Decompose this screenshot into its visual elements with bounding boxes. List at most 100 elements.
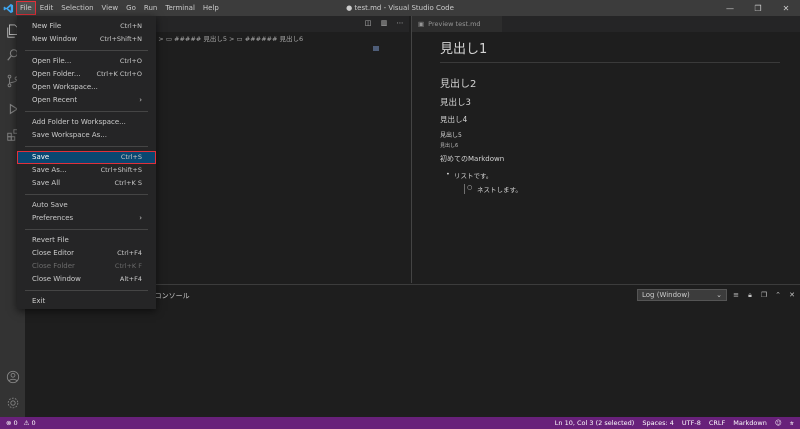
editor-actions: ◫ ▥ ⋯: [363, 18, 405, 28]
menu-item-save-all[interactable]: Save All Ctrl+K S: [17, 177, 156, 190]
chevron-down-icon: ⌄: [716, 291, 722, 299]
cursor-position[interactable]: Ln 10, Col 3 (2 selected): [555, 419, 635, 427]
menu-item-shortcut: Alt+F4: [119, 275, 142, 283]
menu-item-save[interactable]: Save Ctrl+S: [17, 151, 156, 164]
status-right: Ln 10, Col 3 (2 selected) Spaces: 4 UTF-…: [555, 417, 794, 429]
menu-item-add-folder-to-workspace[interactable]: Add Folder to Workspace...: [17, 116, 156, 129]
open-log-icon[interactable]: ❐: [759, 289, 769, 301]
menu-item-new-window[interactable]: New Window Ctrl+Shift+N: [17, 33, 156, 46]
output-channel-select[interactable]: Log (Window) ⌄: [637, 289, 727, 301]
close-icon[interactable]: ✕: [772, 0, 800, 16]
chevron-right-icon: ›: [139, 214, 142, 222]
menu-item-label: Open Folder...: [32, 70, 81, 78]
markdown-preview: 見出し1 見出し2 見出し3 見出し4 見出し5 見出し6 初めてのMarkdo…: [440, 42, 780, 194]
lock-icon[interactable]: 🔒︎: [745, 289, 755, 301]
list-item: リストです。: [446, 170, 780, 180]
menu-selection[interactable]: Selection: [57, 1, 97, 15]
menu-item-preferences[interactable]: Preferences ›: [17, 212, 156, 225]
menu-item-label: New File: [32, 22, 62, 30]
menu-item-close-folder[interactable]: Close Folder Ctrl+K F: [17, 260, 156, 273]
open-preview-icon[interactable]: ◫: [363, 18, 373, 28]
menu-item-close-window[interactable]: Close Window Alt+F4: [17, 273, 156, 286]
menu-item-label: Add Folder to Workspace...: [32, 118, 126, 126]
menu-separator: [25, 290, 148, 291]
menu-item-new-file[interactable]: New File Ctrl+N: [17, 20, 156, 33]
menu-item-label: Close Window: [32, 275, 81, 283]
menu-item-open-workspace[interactable]: Open Workspace...: [17, 81, 156, 94]
menu-go[interactable]: Go: [122, 1, 140, 15]
errors-count[interactable]: ⊗ 0: [6, 419, 18, 427]
window-controls: — ❐ ✕: [716, 0, 800, 16]
menu-separator: [25, 194, 148, 195]
menu-separator: [25, 111, 148, 112]
file-menu-dropdown: New File Ctrl+N New Window Ctrl+Shift+N Open…: [17, 16, 156, 309]
menu-separator: [25, 146, 148, 147]
chevron-right-icon: ›: [139, 96, 142, 104]
status-bar: ⊗ 0 ⚠ 0 Ln 10, Col 3 (2 selected) Spaces…: [0, 417, 800, 429]
menu-item-label: Auto Save: [32, 201, 68, 209]
menu-item-label: Save Workspace As...: [32, 131, 108, 139]
menu-separator: [25, 50, 148, 51]
menu-item-label: Open File...: [32, 57, 72, 65]
encoding[interactable]: UTF-8: [682, 419, 701, 427]
clear-output-icon[interactable]: ≡: [731, 289, 741, 301]
editor-preview: ▣ Preview test.md 見出し1 見出し2 見出し3 見出し4 見出…: [411, 16, 800, 283]
indentation[interactable]: Spaces: 4: [642, 419, 674, 427]
menu-item-close-editor[interactable]: Close Editor Ctrl+F4: [17, 247, 156, 260]
menu-item-open-recent[interactable]: Open Recent ›: [17, 94, 156, 107]
end-of-line[interactable]: CRLF: [709, 419, 725, 427]
menu-item-label: Save As...: [32, 166, 67, 174]
maximize-panel-icon[interactable]: ⌃: [773, 289, 783, 301]
menu-item-label: New Window: [32, 35, 78, 43]
settings-gear-icon[interactable]: [0, 392, 25, 414]
title-bar: File Edit Selection View Go Run Terminal…: [0, 0, 800, 16]
menu-item-save-as[interactable]: Save As... Ctrl+Shift+S: [17, 164, 156, 177]
menu-item-open-file[interactable]: Open File... Ctrl+O: [17, 55, 156, 68]
preview-h3: 見出し3: [440, 98, 471, 108]
preview-h6: 見出し6: [440, 143, 459, 149]
minimap[interactable]: [373, 46, 379, 51]
menu-item-shortcut: Ctrl+K Ctrl+O: [96, 70, 142, 78]
menu-item-label: Open Recent: [32, 96, 78, 104]
minimize-icon[interactable]: —: [716, 0, 744, 16]
menu-item-exit[interactable]: Exit: [17, 295, 156, 308]
more-actions-icon[interactable]: ⋯: [395, 18, 405, 28]
menu-edit[interactable]: Edit: [36, 1, 58, 15]
status-left: ⊗ 0 ⚠ 0: [0, 419, 36, 427]
preview-icon: ▣: [418, 20, 425, 28]
nested-list-item: ネストします。: [464, 184, 780, 194]
menu-file[interactable]: File: [16, 1, 36, 15]
menu-item-auto-save[interactable]: Auto Save: [17, 199, 156, 212]
menu-item-label: Close Editor: [32, 249, 75, 257]
output-channel-value: Log (Window): [642, 291, 690, 299]
menu-item-shortcut: Ctrl+Shift+S: [100, 166, 142, 174]
account-icon[interactable]: [0, 366, 25, 388]
menu-view[interactable]: View: [98, 1, 123, 15]
menu-help[interactable]: Help: [199, 1, 223, 15]
preview-tab-bar: ▣ Preview test.md: [412, 16, 800, 32]
menu-item-label: Open Workspace...: [32, 83, 98, 91]
preview-h2: 見出し2: [440, 79, 477, 90]
split-editor-icon[interactable]: ▥: [379, 18, 389, 28]
menu-item-shortcut: Ctrl+K S: [114, 179, 142, 187]
close-panel-icon[interactable]: ✕: [787, 289, 797, 301]
feedback-icon[interactable]: ☺: [775, 419, 782, 427]
panel-actions: ≡ 🔒︎ ❐ ⌃ ✕: [731, 289, 797, 301]
menu-item-shortcut: Ctrl+O: [119, 57, 142, 65]
menu-item-save-workspace-as[interactable]: Save Workspace As...: [17, 129, 156, 142]
restore-icon[interactable]: ❐: [744, 0, 772, 16]
menu-separator: [25, 229, 148, 230]
language-mode[interactable]: Markdown: [733, 419, 767, 427]
menu-terminal[interactable]: Terminal: [161, 1, 199, 15]
warnings-count[interactable]: ⚠ 0: [24, 419, 36, 427]
menu-item-open-folder[interactable]: Open Folder... Ctrl+K Ctrl+O: [17, 68, 156, 81]
menu-item-shortcut: Ctrl+S: [120, 153, 142, 161]
menu-item-label: Exit: [32, 297, 46, 305]
menu-item-shortcut: Ctrl+Shift+N: [99, 35, 142, 43]
menu-item-label: Preferences: [32, 214, 74, 222]
menu-item-revert-file[interactable]: Revert File: [17, 234, 156, 247]
notifications-bell-icon[interactable]: ⭐︎: [790, 419, 794, 428]
menu-run[interactable]: Run: [140, 1, 161, 15]
menu-item-shortcut: Ctrl+N: [120, 22, 142, 30]
tab-preview[interactable]: ▣ Preview test.md: [412, 16, 502, 32]
